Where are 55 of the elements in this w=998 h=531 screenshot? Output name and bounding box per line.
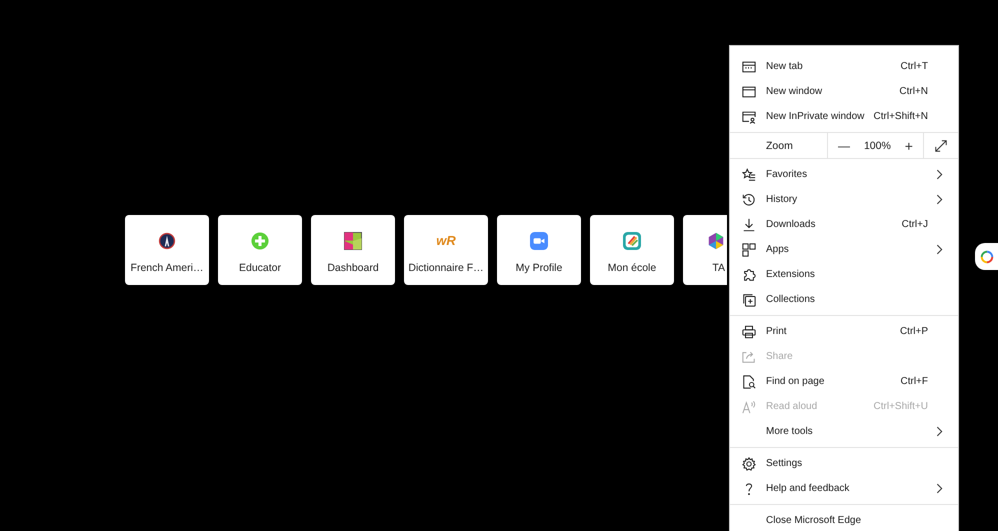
- settings-icon: [742, 456, 756, 470]
- zoom-level: 100%: [864, 140, 891, 152]
- chevron-right-icon: [936, 169, 943, 180]
- site-tile[interactable]: French Ameri…: [125, 215, 209, 285]
- plus-circle-icon: [251, 232, 269, 250]
- site-tile[interactable]: Educator: [218, 215, 302, 285]
- logo-text: wR: [436, 232, 456, 250]
- site-tile[interactable]: My Profile: [497, 215, 581, 285]
- menu-item[interactable]: New InPrivate window Ctrl+Shift+N: [730, 104, 958, 129]
- menu-item[interactable]: Settings: [730, 451, 958, 476]
- grid-icon: [742, 242, 756, 256]
- menu-item[interactable]: Help and feedback: [730, 476, 958, 501]
- pencil-stripes-icon: [623, 232, 641, 250]
- star-list-icon: [742, 168, 756, 182]
- download-icon: [742, 218, 756, 232]
- share-icon: [742, 350, 756, 364]
- menu-item[interactable]: Apps: [730, 237, 958, 262]
- menu-item[interactable]: Collections: [730, 287, 958, 312]
- menu-item[interactable]: Find on page Ctrl+F: [730, 369, 958, 394]
- printer-icon: [742, 324, 756, 338]
- find-icon: [742, 374, 756, 388]
- site-tile[interactable]: TA: [683, 215, 727, 285]
- private-window-icon: [742, 110, 756, 124]
- ring-icon: [980, 250, 994, 264]
- chevron-right-icon: [936, 194, 943, 205]
- menu-item[interactable]: Close Microsoft Edge: [730, 508, 958, 531]
- site-tile[interactable]: Mon école: [590, 215, 674, 285]
- puzzle-icon: [742, 268, 756, 282]
- read-aloud-icon: [742, 400, 756, 414]
- chevron-right-icon: [936, 244, 943, 255]
- menu-item[interactable]: Extensions: [730, 262, 958, 287]
- chevron-right-icon: [936, 426, 943, 437]
- side-panel-tab[interactable]: [975, 243, 998, 270]
- tab-icon: [742, 60, 756, 74]
- chevron-right-icon: [936, 483, 943, 494]
- menu-item[interactable]: Print Ctrl+P: [730, 319, 958, 344]
- menu-item[interactable]: History: [730, 187, 958, 212]
- menu-item[interactable]: New window Ctrl+N: [730, 79, 958, 104]
- site-tile[interactable]: Dashboard: [311, 215, 395, 285]
- collections-icon: [742, 292, 756, 306]
- window-icon: [742, 84, 756, 98]
- zoom-out-button[interactable]: —: [834, 138, 854, 152]
- menu-item[interactable]: Downloads Ctrl+J: [730, 212, 958, 237]
- history-icon: [742, 192, 756, 206]
- menu-item[interactable]: New tab Ctrl+T: [730, 54, 958, 79]
- expand-arrows-icon: [934, 138, 948, 152]
- menu-item[interactable]: More tools: [730, 419, 958, 444]
- eiffel-badge-icon: [158, 232, 176, 250]
- video-camera-icon: [530, 232, 548, 250]
- zoom-label: Zoom: [730, 133, 828, 158]
- menu-item[interactable]: Favorites: [730, 162, 958, 187]
- zoom-in-button[interactable]: +: [900, 138, 917, 154]
- hexagon-icon: [707, 232, 725, 250]
- site-tile[interactable]: wR Dictionnaire F…: [404, 215, 488, 285]
- dashboard-icon: [344, 232, 362, 250]
